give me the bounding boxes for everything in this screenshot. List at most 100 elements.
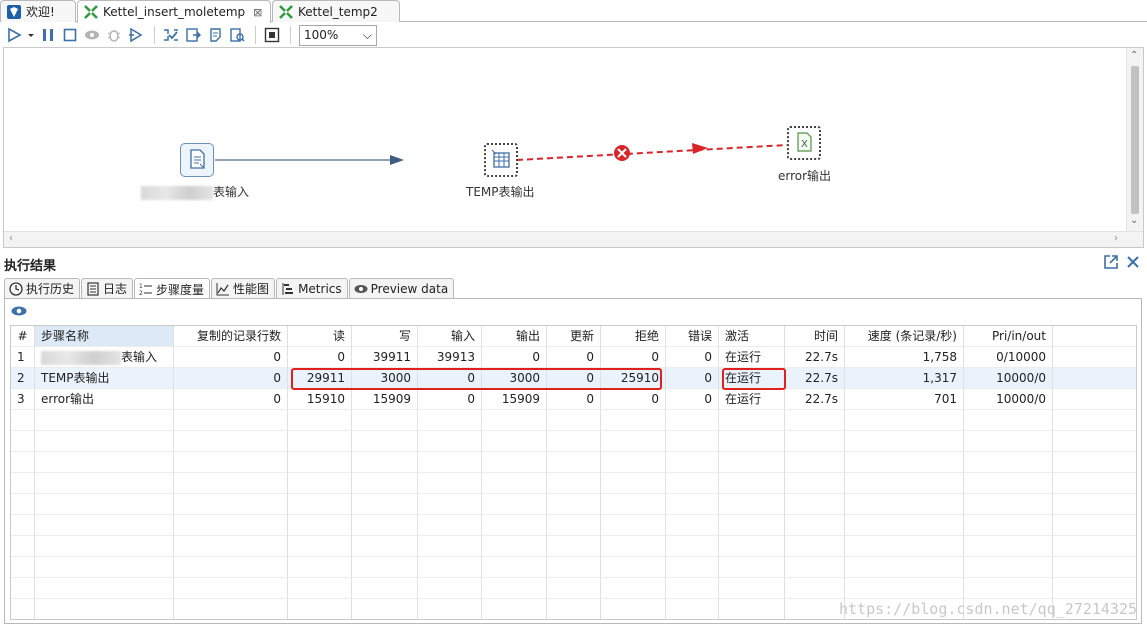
step-error-output[interactable]: X [787, 126, 821, 160]
table-cell [666, 536, 719, 557]
chevron-left-icon[interactable]: ‹ [9, 233, 13, 244]
column-header[interactable]: # [11, 326, 35, 347]
show-grid-icon[interactable] [262, 25, 282, 45]
preview-icon[interactable] [82, 25, 102, 45]
sql-icon[interactable] [205, 25, 225, 45]
debug-icon[interactable] [104, 25, 124, 45]
tab-performance[interactable]: 性能图 [211, 278, 276, 298]
table-row[interactable] [11, 536, 1136, 557]
table-row[interactable] [11, 452, 1136, 473]
table-cell: 39913 [418, 347, 482, 368]
stop-icon[interactable] [60, 25, 80, 45]
table-cell: 0 [418, 389, 482, 410]
table-cell [482, 578, 547, 599]
tab-execution-history[interactable]: 执行历史 [4, 278, 81, 298]
table-row[interactable] [11, 494, 1136, 515]
chevron-up-icon[interactable]: ⌃ [1130, 50, 1138, 61]
table-row[interactable] [11, 431, 1136, 452]
close-icon[interactable]: ⊠ [253, 6, 262, 19]
table-cell: 0 [666, 347, 719, 368]
table-cell [418, 494, 482, 515]
canvas-horizontal-scrollbar[interactable]: ‹ › [4, 231, 1143, 247]
table-row[interactable] [11, 473, 1136, 494]
pause-icon[interactable] [38, 25, 58, 45]
tab-log[interactable]: 日志 [81, 278, 134, 298]
tab-preview-data[interactable]: Preview data [348, 278, 455, 298]
tab-welcome[interactable]: 欢迎! [0, 0, 76, 22]
table-cell: 0 [288, 347, 352, 368]
table-output-icon [490, 148, 512, 173]
show-active-steps-icon[interactable] [11, 304, 27, 321]
chevron-down-icon[interactable]: ⌄ [1130, 215, 1138, 226]
column-header[interactable]: Pri/in/out [964, 326, 1053, 347]
step-table-input[interactable] [180, 143, 214, 177]
table-row[interactable]: 3 error输出 0 15910 15909 0 15909 0 0 0 在运行 22.7s 701 1… [11, 389, 1136, 410]
column-header[interactable]: 步骤名称 [35, 326, 174, 347]
column-header[interactable] [1053, 326, 1136, 347]
run-icon[interactable] [4, 25, 24, 45]
table-cell: 3 [11, 389, 35, 410]
tab-kettel-insert-moletemp[interactable]: Kettel_insert_moletemp ⊠ [77, 0, 271, 23]
table-cell: 15910 [288, 389, 352, 410]
column-header[interactable]: 复制的记录行数 [174, 326, 288, 347]
table-input-icon [186, 148, 208, 173]
canvas-vertical-scrollbar[interactable]: ⌃ ⌄ [1126, 48, 1143, 231]
table-cell: TEMP表输出 [35, 368, 174, 389]
column-header[interactable]: 写 [352, 326, 418, 347]
error-hop-arrow-icon [692, 143, 708, 154]
transformation-icon [279, 4, 293, 19]
impact-icon[interactable] [183, 25, 203, 45]
chevron-right-icon[interactable]: › [1114, 233, 1118, 244]
verify-icon[interactable] [161, 25, 181, 45]
close-icon[interactable] [1125, 254, 1141, 274]
column-header[interactable]: 读 [288, 326, 352, 347]
preview-icon [354, 282, 368, 296]
step-label-table-input: 表输入 [141, 183, 249, 200]
column-header[interactable]: 激活 [719, 326, 785, 347]
step-metrics-panel: # 步骤名称 复制的记录行数读写输入 输出 更新 拒绝 错误 激活 时间 速度 (条记录/秒) Pr… [4, 298, 1142, 624]
table-cell [288, 452, 352, 473]
table-cell [35, 431, 174, 452]
step-temp-output[interactable] [484, 143, 518, 177]
tab-metrics[interactable]: Metrics [276, 278, 348, 298]
table-row[interactable] [11, 410, 1136, 431]
column-header[interactable]: 速度 (条记录/秒) [845, 326, 964, 347]
table-row[interactable] [11, 515, 1136, 536]
explore-db-icon[interactable] [227, 25, 247, 45]
table-cell [35, 536, 174, 557]
replay-icon[interactable] [126, 25, 146, 45]
column-header[interactable]: 更新 [547, 326, 601, 347]
popout-icon[interactable] [1103, 254, 1119, 274]
table-cell [666, 557, 719, 578]
tab-step-metrics[interactable]: 12 步骤度量 [134, 278, 211, 299]
zoom-select[interactable]: 100% ⌵ [299, 24, 377, 46]
table-cell [785, 515, 845, 536]
column-header[interactable]: 输入 [418, 326, 482, 347]
table-cell [11, 410, 35, 431]
tab-kettel-temp2[interactable]: Kettel_temp2 [272, 0, 400, 22]
table-cell: 0 [174, 368, 288, 389]
table-cell [1053, 389, 1136, 410]
table-cell [482, 599, 547, 619]
table-row[interactable]: 1 表输入 0 0 39911 39913 0 0 0 0 在运行 22.7s 1,758 0/10000 [11, 347, 1136, 368]
redacted-text [41, 350, 121, 365]
table-cell [601, 515, 666, 536]
column-header[interactable]: 拒绝 [601, 326, 666, 347]
scrollbar-thumb[interactable] [1131, 66, 1139, 214]
table-cell [719, 494, 785, 515]
column-header[interactable]: 输出 [482, 326, 547, 347]
table-cell [174, 431, 288, 452]
column-header[interactable]: 时间 [785, 326, 845, 347]
table-cell [11, 536, 35, 557]
table-cell [418, 557, 482, 578]
table-row[interactable] [11, 557, 1136, 578]
table-row[interactable] [11, 578, 1136, 599]
history-icon [9, 281, 23, 296]
column-header[interactable]: 错误 [666, 326, 719, 347]
table-cell [547, 431, 601, 452]
table-cell [35, 494, 174, 515]
transformation-canvas[interactable]: 表输入 TEMP表输出 X error输出 ⌃ ⌄ ‹ › [3, 47, 1144, 248]
table-cell [418, 452, 482, 473]
table-cell [845, 473, 964, 494]
run-dropdown-icon[interactable] [26, 25, 36, 45]
